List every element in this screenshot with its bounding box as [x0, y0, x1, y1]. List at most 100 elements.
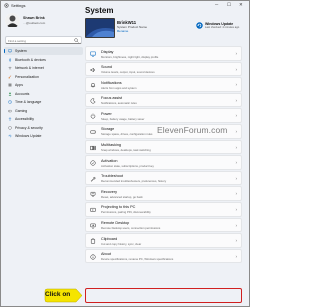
settings-item-display[interactable]: Display Monitors, brightness, night light…: [85, 46, 242, 61]
sidebar-item-label: Accounts: [15, 91, 30, 96]
settings-item-subtitle: Snap windows, desktops, task switching: [101, 148, 151, 153]
sidebar-item-label: Windows Update: [15, 134, 42, 139]
chevron-right-icon: ›: [235, 175, 238, 181]
update-icon: [196, 22, 203, 29]
storage-icon: [90, 130, 96, 134]
settings-item-subtitle: Alerts from apps and system: [101, 85, 137, 90]
sidebar-item-apps[interactable]: Apps: [4, 81, 83, 89]
title-bar: Settings ─ ☐ ✕: [1, 1, 249, 10]
settings-item-subtitle: Monitors, brightness, night light, displ…: [101, 54, 159, 59]
search-icon[interactable]: [74, 38, 79, 43]
rename-link[interactable]: Rename: [117, 29, 128, 33]
maximize-button[interactable]: ☐: [227, 2, 231, 8]
about-highlight: [85, 288, 242, 303]
chevron-right-icon: ›: [235, 51, 238, 56]
settings-item-activation[interactable]: Activation Activation state, subscription…: [85, 155, 242, 170]
settings-item-title: Storage: [101, 127, 115, 132]
settings-item-about[interactable]: About Device specifications, rename PC, W…: [85, 248, 242, 264]
settings-item-title: Troubleshoot: [101, 174, 124, 179]
sidebar-item-personalization[interactable]: Personalization: [4, 73, 83, 81]
apps-icon: [8, 83, 12, 87]
profile-name: Shawn Brink: [23, 16, 45, 20]
settings-item-subtitle: Remote Desktop users, connection permiss…: [101, 226, 161, 231]
profile-email: ···@outlook.com: [23, 21, 46, 25]
chevron-right-icon: ›: [235, 253, 238, 259]
update-icon: [8, 135, 12, 138]
sidebar-item-label: Time & language: [15, 100, 42, 105]
wrench-icon: [90, 176, 96, 182]
chevron-right-icon: ›: [235, 206, 238, 212]
sidebar-item-label: Bluetooth & devices: [15, 57, 46, 62]
settings-item-title: Projecting to this PC: [101, 205, 136, 210]
settings-item-subtitle: Device specifications, rename PC, Window…: [101, 257, 174, 262]
clipboard-icon: [90, 238, 96, 244]
sidebar-nav: System Bluetooth & devices Network & inter…: [4, 47, 83, 141]
chevron-right-icon: ›: [235, 82, 238, 88]
avatar: [5, 13, 20, 28]
sidebar-item-label: Network & internet: [15, 66, 44, 71]
sidebar-item-windows-update[interactable]: Windows Update: [4, 132, 83, 140]
chevron-right-icon: ›: [235, 238, 238, 244]
desktop-thumbnail: [85, 18, 115, 38]
search-input[interactable]: [8, 38, 73, 43]
settings-item-clipboard[interactable]: Clipboard Cut and copy history, sync, cle…: [85, 233, 242, 248]
minimize-button[interactable]: ─: [215, 2, 218, 7]
settings-item-remote-desktop[interactable]: Remote Desktop Remote Desktop users, conn…: [85, 217, 242, 233]
sidebar-item-accessibility[interactable]: Accessibility: [4, 115, 83, 123]
sidebar-item-bluetooth-devices[interactable]: Bluetooth & devices: [4, 56, 83, 64]
gamepad-icon: [8, 109, 12, 113]
settings-item-troubleshoot[interactable]: Troubleshoot Recommended troubleshooters,…: [85, 170, 242, 186]
settings-item-focus-assist[interactable]: Focus assist Notifications, automatic rul…: [85, 92, 242, 108]
sidebar-item-privacy-security[interactable]: Privacy & security: [4, 124, 83, 132]
settings-item-subtitle: Permissions, pairing PIN, discoverabilit…: [101, 210, 151, 215]
sidebar-item-accounts[interactable]: Accounts: [4, 90, 83, 98]
settings-item-subtitle: Sleep, battery usage, battery saver: [101, 116, 145, 121]
settings-item-subtitle: Recommended troubleshooters, preferences…: [101, 179, 167, 184]
settings-item-recovery[interactable]: Recovery Reset, advanced startup, go back…: [85, 186, 242, 201]
check-icon: [90, 160, 96, 166]
watermark: ElevenForum.com: [157, 125, 228, 135]
settings-item-subtitle: Notifications, automatic rules: [101, 101, 137, 106]
project-icon: [90, 207, 96, 212]
monitor-icon: [8, 49, 12, 53]
settings-item-notifications[interactable]: Notifications Alerts from apps and system…: [85, 77, 242, 92]
settings-item-title: Sound: [101, 65, 112, 70]
settings-item-subtitle: Storage space, drives, configuration rul…: [101, 132, 153, 137]
speaker-icon: [90, 67, 95, 73]
settings-item-sound[interactable]: Sound Volume levels, output, input, sound…: [85, 61, 242, 77]
sidebar-item-network-internet[interactable]: Network & internet: [4, 64, 83, 72]
settings-item-multitasking[interactable]: Multitasking Snap windows, desktops, task…: [85, 139, 242, 155]
sidebar-item-label: Personalization: [15, 74, 39, 79]
settings-list: Display Monitors, brightness, night light…: [85, 46, 242, 264]
settings-item-power[interactable]: Power Sleep, battery usage, battery saver…: [85, 108, 242, 123]
close-button[interactable]: ✕: [239, 2, 243, 8]
selection-indicator: [4, 49, 5, 53]
info-icon: [90, 254, 96, 260]
chevron-right-icon: ›: [235, 144, 238, 150]
settings-item-subtitle: Reset, advanced startup, go back: [101, 194, 143, 199]
shield-icon: [8, 126, 12, 130]
search-box[interactable]: [5, 36, 82, 44]
sidebar-item-system[interactable]: System: [4, 47, 83, 55]
sidebar-item-label: Accessibility: [15, 117, 35, 122]
recovery-icon: [90, 192, 96, 197]
accessibility-icon: [8, 117, 12, 122]
settings-item-projecting-to-this-pc[interactable]: Projecting to this PC Permissions, pairin…: [85, 201, 242, 217]
settings-item-title: Multitasking: [101, 143, 122, 148]
settings-item-subtitle: Volume levels, output, input, sound devi…: [101, 70, 155, 75]
chevron-right-icon: ›: [235, 66, 238, 72]
page-title: System: [85, 6, 114, 15]
settings-item-title: Notifications: [101, 80, 122, 85]
sidebar-item-label: Apps: [15, 83, 23, 88]
sidebar-item-label: Privacy & security: [15, 125, 43, 130]
moon-icon: [90, 98, 96, 104]
chevron-right-icon: ›: [235, 113, 238, 119]
windows-update-subtitle: Last checked: 4 minutes ago: [205, 26, 240, 29]
chevron-right-icon: ›: [235, 222, 238, 228]
sidebar-item-time-language[interactable]: Time & language: [4, 98, 83, 106]
settings-item-title: Display: [101, 49, 114, 54]
sidebar-item-gaming[interactable]: Gaming: [4, 107, 83, 115]
person-icon: [8, 92, 12, 96]
sidebar-item-label: System: [15, 49, 27, 53]
remote-icon: [90, 223, 96, 228]
